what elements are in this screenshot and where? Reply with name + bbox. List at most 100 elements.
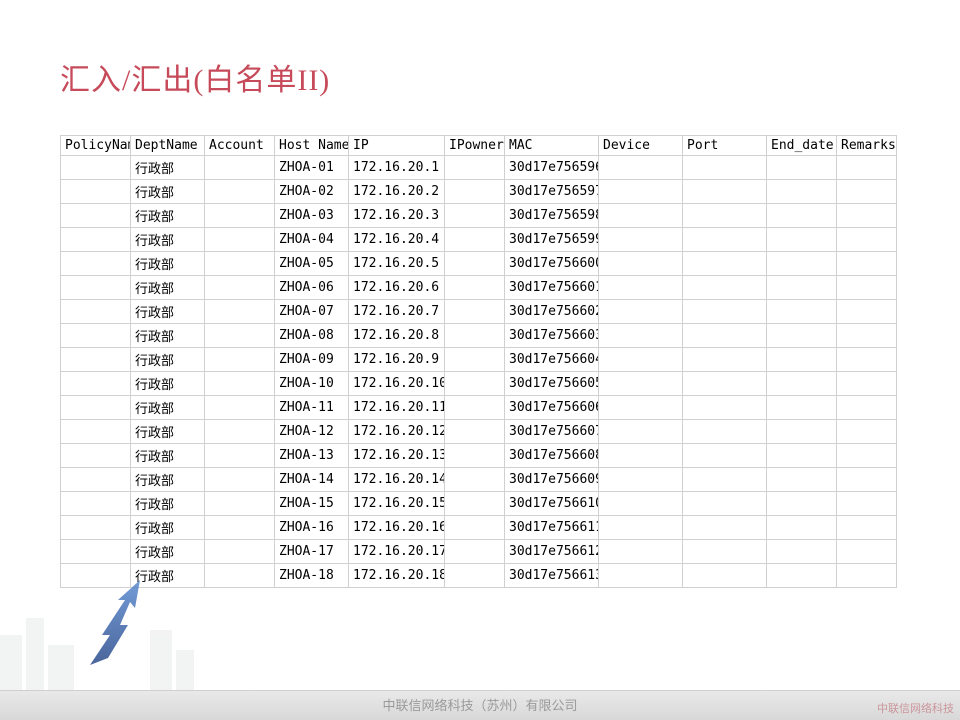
cell-ipowner	[445, 492, 505, 516]
col-account: Account	[205, 136, 275, 156]
cell-account	[205, 372, 275, 396]
cell-mac: 30d17e756612	[505, 540, 599, 564]
table-row: 行政部ZHOA-13172.16.20.1330d17e756608	[61, 444, 897, 468]
cell-mac: 30d17e756598	[505, 204, 599, 228]
cell-deptname: 行政部	[131, 276, 205, 300]
arrow-up-icon	[80, 580, 160, 670]
cell-ip: 172.16.20.6	[349, 276, 445, 300]
cell-remarks	[837, 564, 897, 588]
cell-ipowner	[445, 396, 505, 420]
table-row: 行政部ZHOA-07172.16.20.730d17e756602	[61, 300, 897, 324]
cell-port	[683, 540, 767, 564]
cell-hostname: ZHOA-07	[275, 300, 349, 324]
cell-remarks	[837, 372, 897, 396]
cell-ipowner	[445, 564, 505, 588]
whitelist-table-wrap: PolicyNam DeptName Account Host Name IP …	[60, 135, 896, 588]
cell-remarks	[837, 468, 897, 492]
cell-port	[683, 516, 767, 540]
cell-device	[599, 228, 683, 252]
cell-policynam	[61, 468, 131, 492]
cell-policynam	[61, 204, 131, 228]
cell-port	[683, 324, 767, 348]
cell-device	[599, 420, 683, 444]
cell-deptname: 行政部	[131, 492, 205, 516]
cell-hostname: ZHOA-17	[275, 540, 349, 564]
cell-policynam	[61, 396, 131, 420]
cell-policynam	[61, 252, 131, 276]
col-port: Port	[683, 136, 767, 156]
cell-deptname: 行政部	[131, 468, 205, 492]
cell-end_date	[767, 252, 837, 276]
cell-mac: 30d17e756599	[505, 228, 599, 252]
col-policyname: PolicyNam	[61, 136, 131, 156]
cell-hostname: ZHOA-14	[275, 468, 349, 492]
table-row: 行政部ZHOA-16172.16.20.1630d17e756611	[61, 516, 897, 540]
cell-deptname: 行政部	[131, 204, 205, 228]
cell-hostname: ZHOA-12	[275, 420, 349, 444]
cell-device	[599, 276, 683, 300]
cell-end_date	[767, 396, 837, 420]
cell-hostname: ZHOA-11	[275, 396, 349, 420]
cell-account	[205, 180, 275, 204]
cell-remarks	[837, 492, 897, 516]
cell-ipowner	[445, 468, 505, 492]
cell-ipowner	[445, 252, 505, 276]
cell-ipowner	[445, 420, 505, 444]
col-enddate: End_date	[767, 136, 837, 156]
cell-ip: 172.16.20.18	[349, 564, 445, 588]
watermark: 中联信网络科技	[877, 700, 954, 716]
cell-mac: 30d17e756605	[505, 372, 599, 396]
table-header-row: PolicyNam DeptName Account Host Name IP …	[61, 136, 897, 156]
cell-mac: 30d17e756613	[505, 564, 599, 588]
cell-device	[599, 564, 683, 588]
cell-policynam	[61, 228, 131, 252]
cell-account	[205, 276, 275, 300]
cell-ip: 172.16.20.1	[349, 156, 445, 180]
cell-mac: 30d17e756596	[505, 156, 599, 180]
cell-ipowner	[445, 300, 505, 324]
cell-end_date	[767, 156, 837, 180]
cell-deptname: 行政部	[131, 540, 205, 564]
table-row: 行政部ZHOA-10172.16.20.1030d17e756605	[61, 372, 897, 396]
cell-deptname: 行政部	[131, 228, 205, 252]
cell-policynam	[61, 276, 131, 300]
cell-policynam	[61, 564, 131, 588]
cell-device	[599, 324, 683, 348]
cell-deptname: 行政部	[131, 252, 205, 276]
cell-remarks	[837, 444, 897, 468]
cell-policynam	[61, 156, 131, 180]
col-ipowner: IPowner	[445, 136, 505, 156]
cell-end_date	[767, 348, 837, 372]
cell-mac: 30d17e756601	[505, 276, 599, 300]
cell-deptname: 行政部	[131, 348, 205, 372]
cell-ip: 172.16.20.13	[349, 444, 445, 468]
cell-account	[205, 564, 275, 588]
cell-remarks	[837, 420, 897, 444]
cell-end_date	[767, 228, 837, 252]
cell-hostname: ZHOA-13	[275, 444, 349, 468]
cell-policynam	[61, 324, 131, 348]
cell-end_date	[767, 540, 837, 564]
cell-port	[683, 372, 767, 396]
table-row: 行政部ZHOA-12172.16.20.1230d17e756607	[61, 420, 897, 444]
cell-ipowner	[445, 348, 505, 372]
cell-port	[683, 444, 767, 468]
cell-end_date	[767, 492, 837, 516]
cell-end_date	[767, 468, 837, 492]
cell-ip: 172.16.20.4	[349, 228, 445, 252]
cell-ipowner	[445, 324, 505, 348]
cell-device	[599, 396, 683, 420]
cell-port	[683, 276, 767, 300]
col-remarks: Remarks	[837, 136, 897, 156]
cell-ipowner	[445, 180, 505, 204]
cell-remarks	[837, 276, 897, 300]
cell-port	[683, 420, 767, 444]
cell-mac: 30d17e756600	[505, 252, 599, 276]
cell-ip: 172.16.20.9	[349, 348, 445, 372]
cell-port	[683, 156, 767, 180]
table-row: 行政部ZHOA-08172.16.20.830d17e756603	[61, 324, 897, 348]
cell-account	[205, 420, 275, 444]
cell-policynam	[61, 372, 131, 396]
cell-port	[683, 492, 767, 516]
table-row: 行政部ZHOA-06172.16.20.630d17e756601	[61, 276, 897, 300]
